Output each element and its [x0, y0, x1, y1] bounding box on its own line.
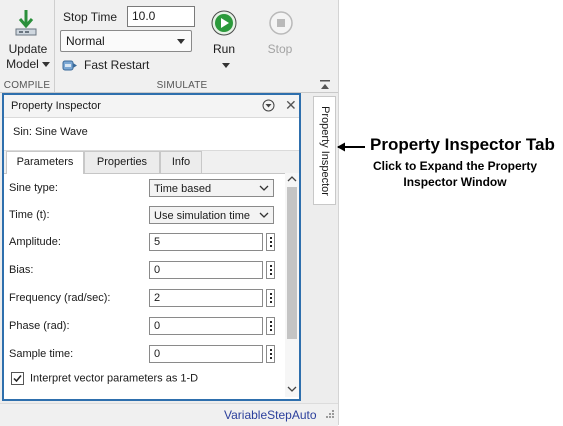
arrow-left-icon [337, 142, 365, 152]
fast-restart-button[interactable]: Fast Restart [62, 58, 149, 72]
sample-time-label: Sample time: [9, 348, 74, 360]
interpret-vector-label: Interpret vector parameters as 1-D [30, 372, 199, 385]
panel-title-bar: Property Inspector ✕ [4, 95, 299, 118]
phase-input[interactable]: 0 [149, 317, 263, 335]
panel-menu-icon[interactable] [262, 99, 275, 112]
sine-type-value: Time based [154, 183, 212, 195]
run-button[interactable]: Run [206, 42, 242, 56]
simulate-section-label: SIMULATE [156, 80, 208, 91]
annotation-subtitle: Click to Expand the Property Inspector W… [372, 159, 538, 189]
tab-strip: Parameters Properties Info [4, 150, 299, 174]
stop-time-input[interactable]: 10.0 [127, 6, 195, 27]
annotation-title: Property Inspector Tab [370, 135, 555, 154]
chevron-down-icon [259, 212, 269, 218]
checkmark-icon [13, 375, 22, 383]
download-arrow-icon[interactable] [13, 8, 39, 38]
update-label-line1: Update [8, 42, 48, 56]
update-label-line2: Model [6, 57, 39, 71]
run-icon[interactable] [211, 10, 237, 36]
property-inspector-side-tab[interactable]: Property Inspector [313, 96, 336, 205]
side-tab-label: Property Inspector [318, 105, 331, 196]
phase-more-icon[interactable] [266, 317, 275, 335]
sample-time-input[interactable]: 0 [149, 345, 263, 363]
property-inspector-panel: Property Inspector ✕ Sin: Sine Wave Para… [2, 93, 301, 401]
amplitude-input[interactable]: 5 [149, 233, 263, 251]
sine-type-label: Sine type: [9, 182, 58, 194]
collapse-toolstrip-icon[interactable] [319, 79, 331, 91]
parameters-pane: Sine type: Time based Time (t): Use simu… [4, 173, 283, 399]
amplitude-label: Amplitude: [9, 236, 61, 248]
simulink-window: Update Model COMPILE Stop Time 10.0 Norm… [0, 0, 339, 426]
time-label: Time (t): [9, 209, 50, 221]
sine-type-select[interactable]: Time based [149, 179, 274, 197]
simulation-mode-value: Normal [66, 34, 105, 48]
scroll-up-icon[interactable] [287, 175, 297, 183]
stop-button: Stop [267, 42, 293, 56]
sample-time-more-icon[interactable] [266, 345, 275, 363]
chevron-down-icon [259, 185, 269, 191]
checkbox[interactable] [11, 372, 24, 385]
chevron-down-icon[interactable] [222, 63, 230, 68]
fast-restart-icon [62, 60, 77, 71]
bias-label: Bias: [9, 264, 34, 276]
phase-label: Phase (rad): [9, 320, 70, 332]
bias-more-icon[interactable] [266, 261, 275, 279]
frequency-more-icon[interactable] [266, 289, 275, 307]
fast-restart-label: Fast Restart [84, 58, 150, 72]
frequency-label: Frequency (rad/sec): [9, 292, 111, 304]
simulation-mode-select[interactable]: Normal [60, 30, 192, 52]
block-name: Sin: Sine Wave [13, 126, 88, 138]
solver-status[interactable]: VariableStepAuto [224, 408, 317, 422]
scrollbar-thumb[interactable] [287, 187, 297, 339]
tab-info[interactable]: Info [160, 151, 202, 173]
scroll-down-icon[interactable] [287, 385, 297, 393]
stop-icon [269, 11, 293, 35]
tab-properties[interactable]: Properties [84, 151, 160, 173]
stop-time-label: Stop Time [63, 10, 118, 24]
compile-section: Update Model COMPILE [0, 0, 55, 92]
compile-section-label: COMPILE [3, 80, 51, 91]
panel-title: Property Inspector [11, 100, 101, 112]
update-model-button[interactable]: Update Model [2, 42, 54, 72]
tab-parameters[interactable]: Parameters [6, 151, 84, 174]
toolstrip: Update Model COMPILE Stop Time 10.0 Norm… [0, 0, 338, 93]
interpret-vector-checkbox-row[interactable]: Interpret vector parameters as 1-D [11, 372, 198, 385]
time-select[interactable]: Use simulation time [149, 206, 274, 224]
time-value: Use simulation time [154, 210, 250, 222]
bias-input[interactable]: 0 [149, 261, 263, 279]
chevron-down-icon [177, 39, 185, 44]
vertical-scrollbar[interactable] [285, 173, 299, 397]
amplitude-more-icon[interactable] [266, 233, 275, 251]
resize-grip-icon[interactable] [325, 409, 335, 419]
chevron-down-icon[interactable] [41, 62, 50, 68]
close-icon[interactable]: ✕ [285, 97, 297, 114]
frequency-input[interactable]: 2 [149, 289, 263, 307]
status-bar: VariableStepAuto [0, 403, 338, 426]
